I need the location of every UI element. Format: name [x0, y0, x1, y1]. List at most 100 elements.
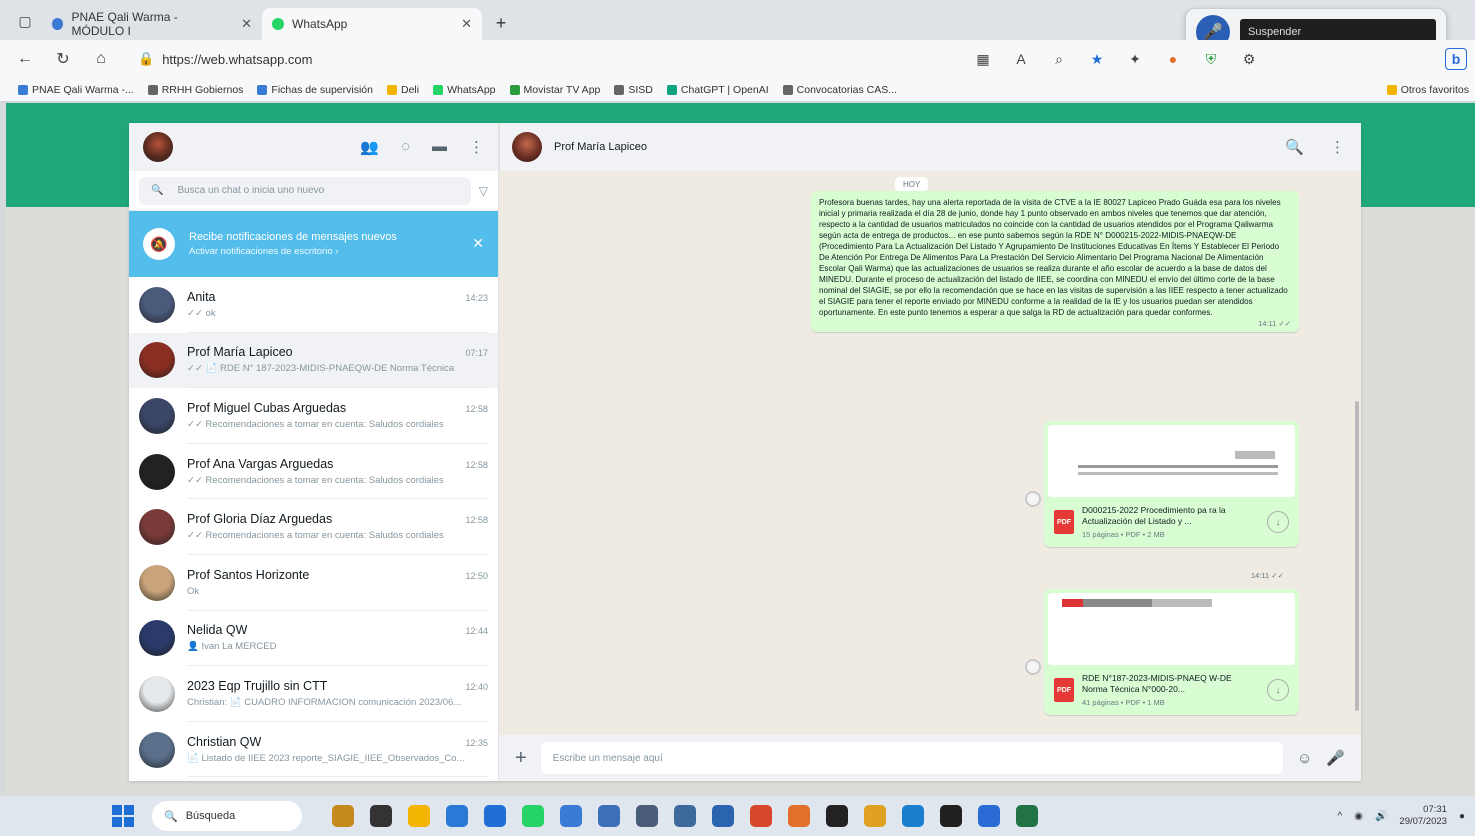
forward-icon[interactable] [1025, 491, 1041, 507]
message-scrollbar[interactable] [1355, 401, 1359, 711]
bookmark-item[interactable]: Fichas de supervisión [257, 84, 373, 96]
read-aloud-icon[interactable]: A [1012, 51, 1030, 68]
chat-time: 12:44 [465, 626, 488, 637]
emoji-icon[interactable]: ☺ [1297, 750, 1312, 767]
bookmark-item[interactable]: Convocatorias CAS... [782, 84, 897, 96]
taskbar-app-icon[interactable] [902, 805, 924, 827]
tab-actions-icon[interactable]: ▢ [12, 8, 38, 34]
bookmark-item[interactable]: PNAE Qali Warma -... [18, 84, 134, 96]
close-icon[interactable]: ✕ [472, 235, 484, 252]
bookmark-item[interactable]: ChatGPT | OpenAI [666, 84, 769, 96]
close-tab-icon[interactable]: ✕ [241, 16, 252, 32]
chat-list-item[interactable]: 2023 Eqp Trujillo sin CTT 12:40 Christian:… [129, 666, 498, 722]
chat-avatar [139, 286, 175, 323]
search-input[interactable]: 🔍 Busca un chat o inicia uno nuevo [139, 176, 471, 205]
taskbar-app-icon[interactable] [484, 805, 506, 827]
clock-date: 29/07/2023 [1399, 816, 1447, 827]
menu-icon[interactable]: ⋮ [469, 138, 484, 156]
extensions-puzzle-icon[interactable]: ⚙ [1240, 51, 1258, 68]
taskbar-app-icon[interactable] [1016, 805, 1038, 827]
taskbar-app-icon[interactable] [560, 805, 582, 827]
taskbar-app-icon[interactable] [408, 805, 430, 827]
url-field[interactable]: 🔒 https://web.whatsapp.com [138, 51, 758, 67]
new-chat-icon[interactable]: ▬ [432, 138, 447, 156]
chat-list-item[interactable]: Nelida QW 12:44 👤 Ivan La MERCED [129, 611, 498, 667]
extension-icon[interactable]: ● [1164, 51, 1182, 68]
shield-icon[interactable]: ⛨ [1202, 51, 1220, 68]
taskbar-search[interactable]: 🔍 Búsqueda [152, 801, 302, 831]
address-bar-icons: ▦ A ⌕ ★ ✦ ● ⛨ ⚙ [974, 51, 1258, 68]
download-icon[interactable]: ↓ [1267, 511, 1289, 533]
forward-icon[interactable] [1025, 659, 1041, 675]
message-input[interactable]: Escribe un mensaje aquí [540, 742, 1283, 774]
taskbar-app-icon[interactable] [636, 805, 658, 827]
other-favorites[interactable]: Otros favoritos [1386, 84, 1469, 96]
taskbar-app-icon[interactable] [826, 805, 848, 827]
taskbar-app-icon[interactable] [978, 805, 1000, 827]
taskbar-app-icon[interactable] [332, 805, 354, 827]
browser-tab-1[interactable]: PNAE Qali Warma - MÓDULO I ✕ [42, 8, 262, 40]
clock[interactable]: 07:31 29/07/2023 [1399, 804, 1447, 828]
notification-link[interactable]: Activar notificaciones de escritorio › [189, 246, 397, 257]
taskbar-app-icon[interactable] [370, 805, 392, 827]
zoom-icon[interactable]: ⌕ [1050, 51, 1068, 68]
notification-banner[interactable]: 🔕 Recibe notificaciones de mensajes nuev… [129, 211, 498, 277]
chat-list-item[interactable]: Prof Santos Horizonte 12:50 Ok [129, 555, 498, 611]
taskbar-app-icon[interactable] [446, 805, 468, 827]
taskbar-app-icon[interactable] [750, 805, 772, 827]
bookmark-item[interactable]: SISD [614, 84, 653, 96]
contact-avatar[interactable] [512, 132, 542, 162]
document-preview[interactable] [1048, 593, 1295, 665]
volume-icon[interactable]: 🔊 [1375, 811, 1387, 822]
bookmark-item[interactable]: Movistar TV App [509, 84, 600, 96]
chat-list-item[interactable]: Prof Gloria Díaz Arguedas 12:58 ✓✓ Recomen… [129, 499, 498, 555]
search-icon[interactable]: 🔍 [1285, 138, 1304, 156]
bookmark-item[interactable]: Deli [386, 84, 419, 96]
attach-icon[interactable]: + [515, 747, 527, 770]
windows-start-icon[interactable] [112, 805, 134, 827]
bookmark-item[interactable]: WhatsApp [433, 84, 496, 96]
document-preview[interactable] [1048, 425, 1295, 497]
document-message[interactable]: PDF RDE N°187-2023-MIDIS-PNAEQ W-DE Norm… [1044, 589, 1299, 715]
communities-icon[interactable]: 👥 [360, 138, 379, 156]
taskbar-app-icon[interactable] [940, 805, 962, 827]
chat-list-item[interactable]: Anita 14:23 ✓✓ ok [129, 277, 498, 333]
notification-icon[interactable]: ● [1459, 811, 1465, 822]
taskbar-app-icon[interactable] [674, 805, 696, 827]
date-chip: HOY [895, 177, 929, 192]
reload-icon[interactable]: ↻ [52, 49, 74, 69]
download-icon[interactable]: ↓ [1267, 679, 1289, 701]
bookmark-item[interactable]: RRHH Gobiernos [147, 84, 243, 96]
conversation-header[interactable]: Prof María Lapiceo 🔍 ⋮ [499, 123, 1361, 171]
tray-overflow-icon[interactable]: ^ [1338, 811, 1343, 822]
browser-tab-2[interactable]: WhatsApp ✕ [262, 8, 482, 40]
taskbar-app-icon[interactable] [788, 805, 810, 827]
close-tab-icon[interactable]: ✕ [461, 16, 472, 32]
chat-list-item[interactable]: Christian QW 12:35 📄 Listado de IIEE 2023 … [129, 722, 498, 778]
taskbar-app-icon[interactable] [864, 805, 886, 827]
status-icon[interactable]: ◌ [401, 138, 410, 156]
bing-icon[interactable]: b [1445, 48, 1467, 70]
taskbar-app-icon[interactable] [712, 805, 734, 827]
outgoing-message[interactable]: Profesora buenas tardes, hay una alerta … [811, 191, 1299, 332]
document-message[interactable]: PDF D000215-2022 Procedimiento pa ra la … [1044, 421, 1299, 547]
new-tab-button[interactable]: + [488, 10, 514, 36]
profile-avatar[interactable] [143, 132, 173, 162]
home-icon[interactable]: ⌂ [90, 50, 112, 68]
chat-list-item[interactable]: Prof Ana Vargas Arguedas 12:58 ✓✓ Recomend… [129, 444, 498, 500]
back-icon[interactable]: ← [14, 50, 36, 68]
chat-list-item[interactable]: Prof María Lapiceo 07:17 ✓✓ 📄 RDE N° 187-2… [129, 332, 498, 389]
microphone-icon[interactable]: 🎤 [1326, 749, 1345, 767]
wifi-icon[interactable]: ◉ [1354, 811, 1363, 822]
contact-name[interactable]: Prof María Lapiceo [554, 141, 647, 153]
filter-icon[interactable]: ▽ [479, 184, 488, 198]
apps-icon[interactable]: ▦ [974, 51, 992, 68]
chat-list-item[interactable]: Prof Miguel Cubas Arguedas 12:58 ✓✓ Recome… [129, 388, 498, 444]
whatsapp-app: 👥 ◌ ▬ ⋮ 🔍 Busca un chat o inicia uno nue… [129, 123, 1361, 781]
menu-icon[interactable]: ⋮ [1330, 138, 1345, 156]
extension-icon[interactable]: ✦ [1126, 51, 1144, 68]
favorite-star-icon[interactable]: ★ [1088, 51, 1106, 68]
taskbar-app-icon[interactable] [522, 805, 544, 827]
taskbar-app-icon[interactable] [598, 805, 620, 827]
taskbar-apps [332, 805, 1038, 827]
